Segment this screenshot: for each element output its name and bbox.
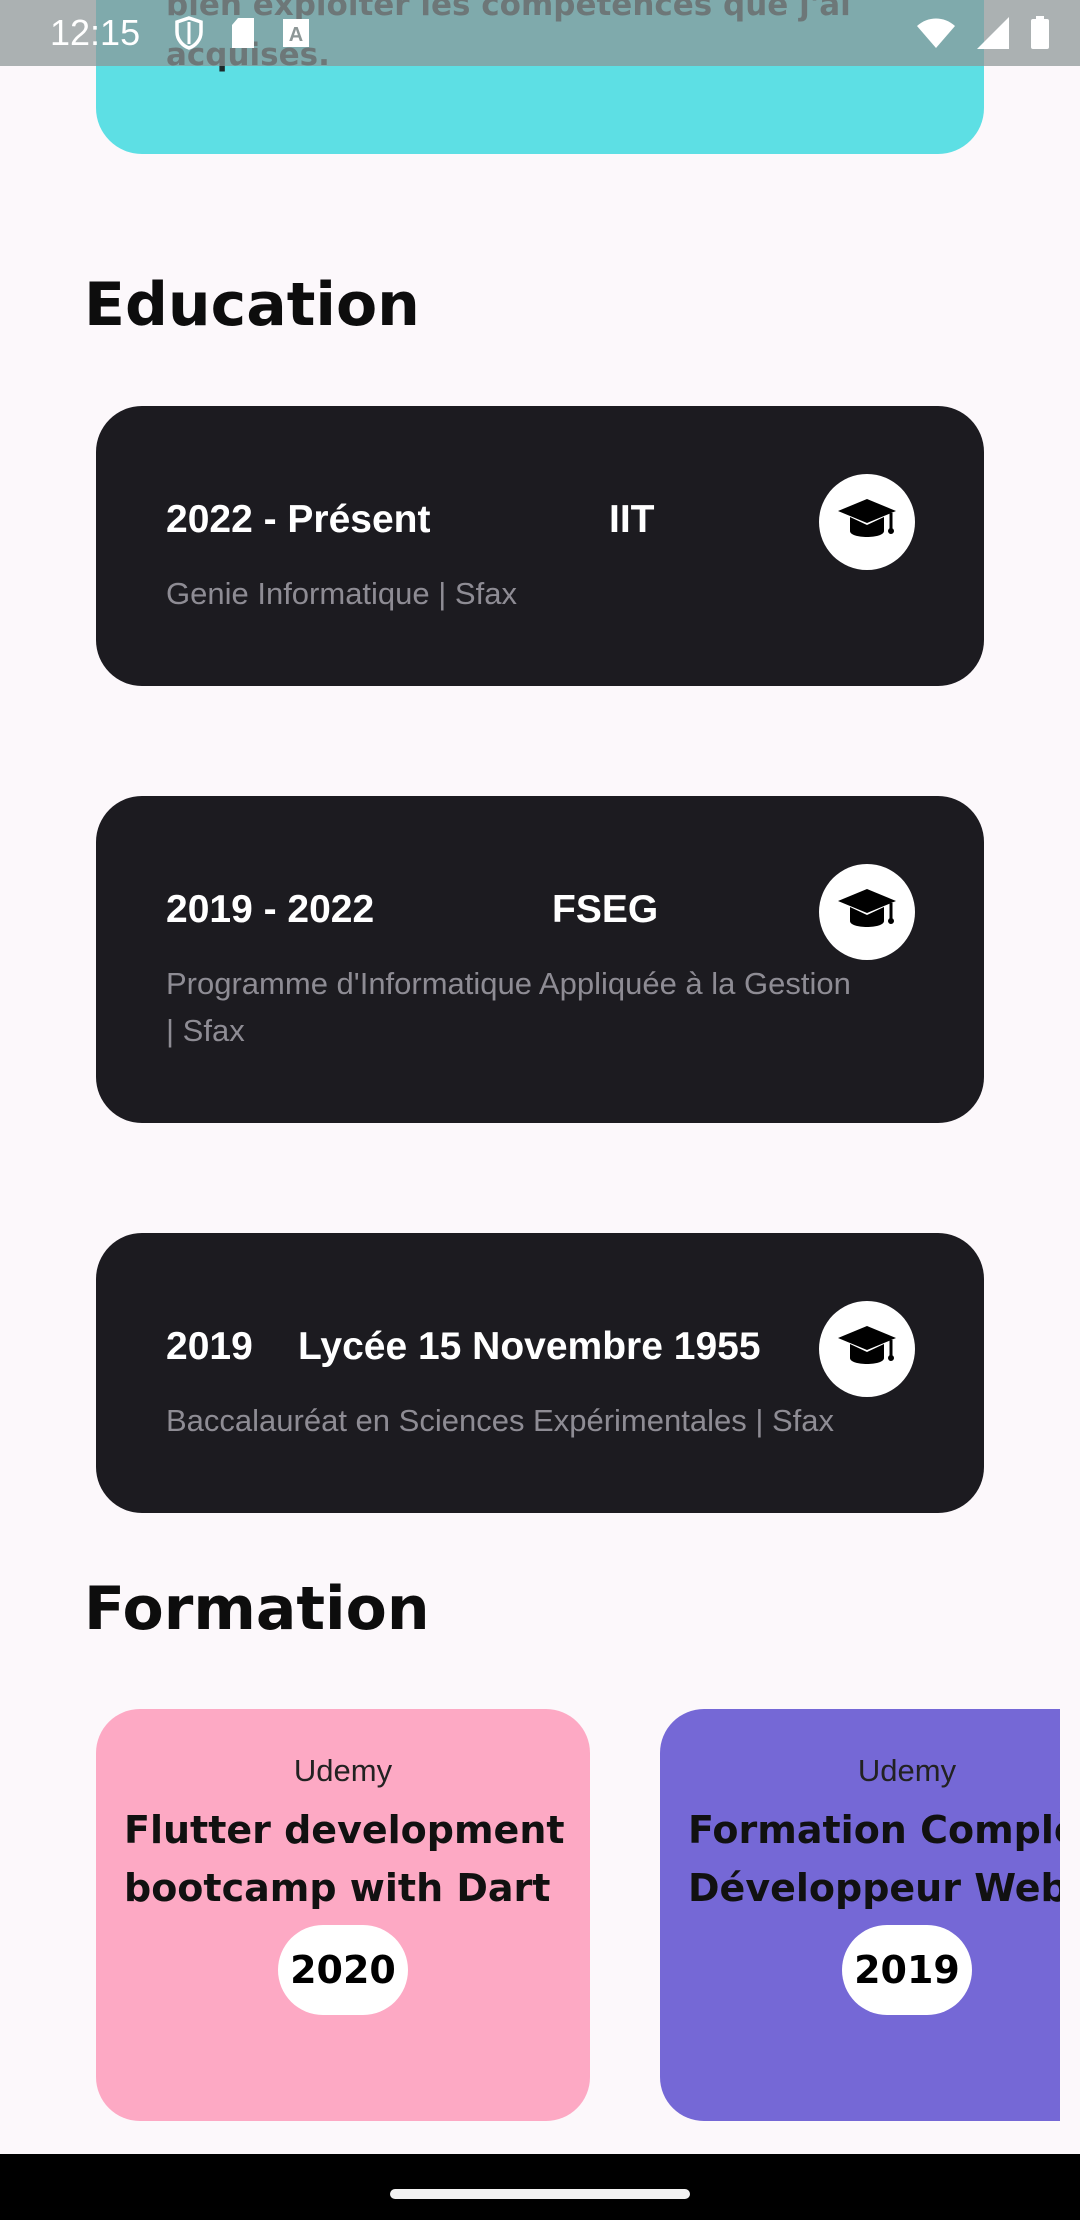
battery-icon [1030,16,1050,50]
sd-card-icon [230,17,256,49]
formation-title-text: Formation Complète Développeur Web [688,1801,1060,1917]
formation-card-flutter[interactable]: Udemy Flutter development bootcamp with … [96,1709,590,2121]
education-school: Lycée 15 Novembre 1955 [298,1325,761,1368]
wifi-icon [916,17,956,49]
formation-title: Formation [84,1574,430,1644]
education-card-iit[interactable]: 2022 - Présent IIT Genie Informatique | … [96,406,984,686]
navigation-bar [0,2154,1080,2220]
formation-year-badge: 2020 [278,1925,408,2015]
education-card-lycee[interactable]: 2019 Lycée 15 Novembre 1955 Baccalauréat… [96,1233,984,1513]
status-bar: 12:15 A [0,0,1080,66]
education-school: FSEG [552,888,659,931]
formation-provider: Udemy [293,1753,393,1788]
education-period: 2019 - 2022 [166,888,375,931]
formation-provider: Udemy [857,1753,957,1788]
formation-card-web[interactable]: Udemy Formation Complète Développeur Web… [660,1709,1060,2121]
home-gesture-handle[interactable] [390,2189,690,2199]
formation-title-line: Formation Complète [688,1808,1060,1852]
formation-title-line: Flutter development [124,1808,565,1852]
formation-title-line: bootcamp with Dart [124,1866,551,1910]
signal-icon [976,16,1010,50]
education-description: Baccalauréat en Sciences Expérimentales … [166,1403,835,1438]
graduation-cap-icon [819,1301,915,1397]
education-description: Programme d'Informatique Appliquée à la … [166,966,851,1048]
formation-title-text: Flutter development bootcamp with Dart [124,1801,590,1917]
shield-icon [174,16,204,50]
education-title: Education [84,270,420,340]
formation-title-line: Développeur Web [688,1866,1060,1910]
graduation-cap-icon [819,474,915,570]
text-a-icon: A [282,18,310,48]
status-time: 12:15 [50,12,141,53]
education-card-fseg[interactable]: 2019 - 2022 FSEG Programme d'Informatiqu… [96,796,984,1123]
svg-text:A: A [289,24,303,46]
education-school: IIT [609,498,655,541]
education-period: 2019 [166,1325,253,1368]
graduation-cap-icon [819,864,915,960]
education-description: Genie Informatique | Sfax [166,576,517,611]
education-period: 2022 - Présent [166,498,431,541]
formation-year-badge: 2019 [842,1925,972,2015]
